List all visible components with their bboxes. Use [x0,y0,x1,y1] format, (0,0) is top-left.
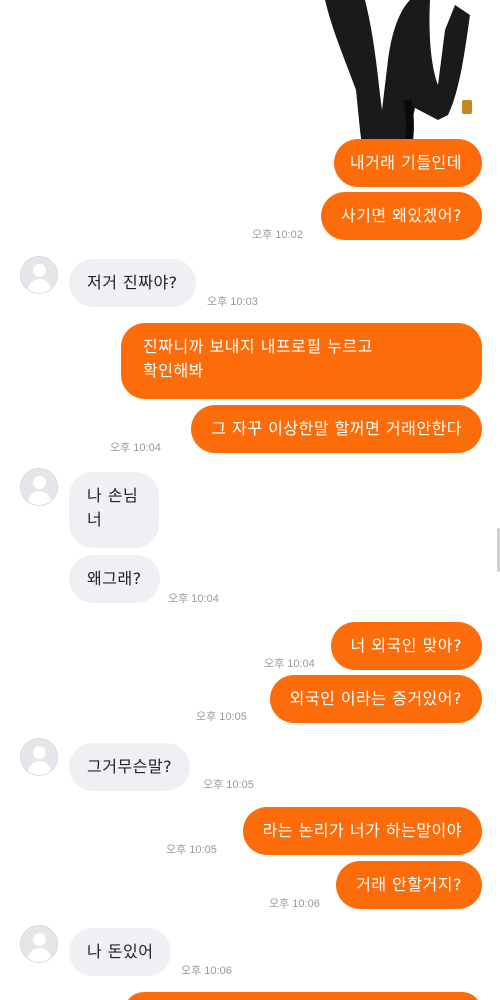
incoming-message[interactable]: 저거 진짜야? [69,259,196,307]
incoming-message[interactable]: 왜그래? [69,555,160,603]
message-timestamp: 오후 10:03 [207,296,258,308]
default-avatar-icon [33,933,46,946]
outgoing-message[interactable]: 외국인 이라는 증거있어? [269,675,482,723]
outgoing-message[interactable]: 라는 논리가 너가 하는말이야 [242,807,482,855]
outgoing-message-partial[interactable] [124,992,482,1000]
sender-avatar[interactable] [20,468,58,506]
sender-avatar[interactable] [20,738,58,776]
outgoing-message[interactable]: 거래 안할거지? [336,861,482,909]
outgoing-message[interactable]: 너 외국인 맞아? [330,622,482,670]
incoming-message[interactable]: 나 손님 너 [69,472,159,548]
outgoing-message[interactable]: 사기면 왜있겠어? [320,192,482,240]
message-timestamp: 오후 10:05 [203,779,254,791]
message-timestamp: 오후 10:04 [264,658,315,670]
message-timestamp: 오후 10:05 [166,844,217,856]
partial-badge [462,100,472,114]
incoming-message[interactable]: 나 돈있어 [69,928,172,976]
incoming-message[interactable]: 그거무슨말? [69,743,191,791]
outgoing-message[interactable]: 내거래 기들인데 [333,139,482,187]
message-timestamp: 오후 10:04 [168,593,219,605]
default-avatar-icon [33,746,46,759]
sender-avatar[interactable] [20,256,58,294]
message-timestamp: 오후 10:06 [269,898,320,910]
default-avatar-icon [33,264,46,277]
default-avatar-icon [33,476,46,489]
outgoing-message[interactable]: 그 자꾸 이상한말 할꺼면 거래안한다 [191,405,482,453]
sender-avatar[interactable] [20,925,58,963]
message-timestamp: 오후 10:05 [196,711,247,723]
message-timestamp: 오후 10:02 [252,229,303,241]
message-timestamp: 오후 10:06 [181,965,232,977]
message-timestamp: 오후 10:04 [110,442,161,454]
outgoing-message[interactable]: 진짜니까 보내지 내프로필 누르고 확인해봐 [121,323,482,399]
